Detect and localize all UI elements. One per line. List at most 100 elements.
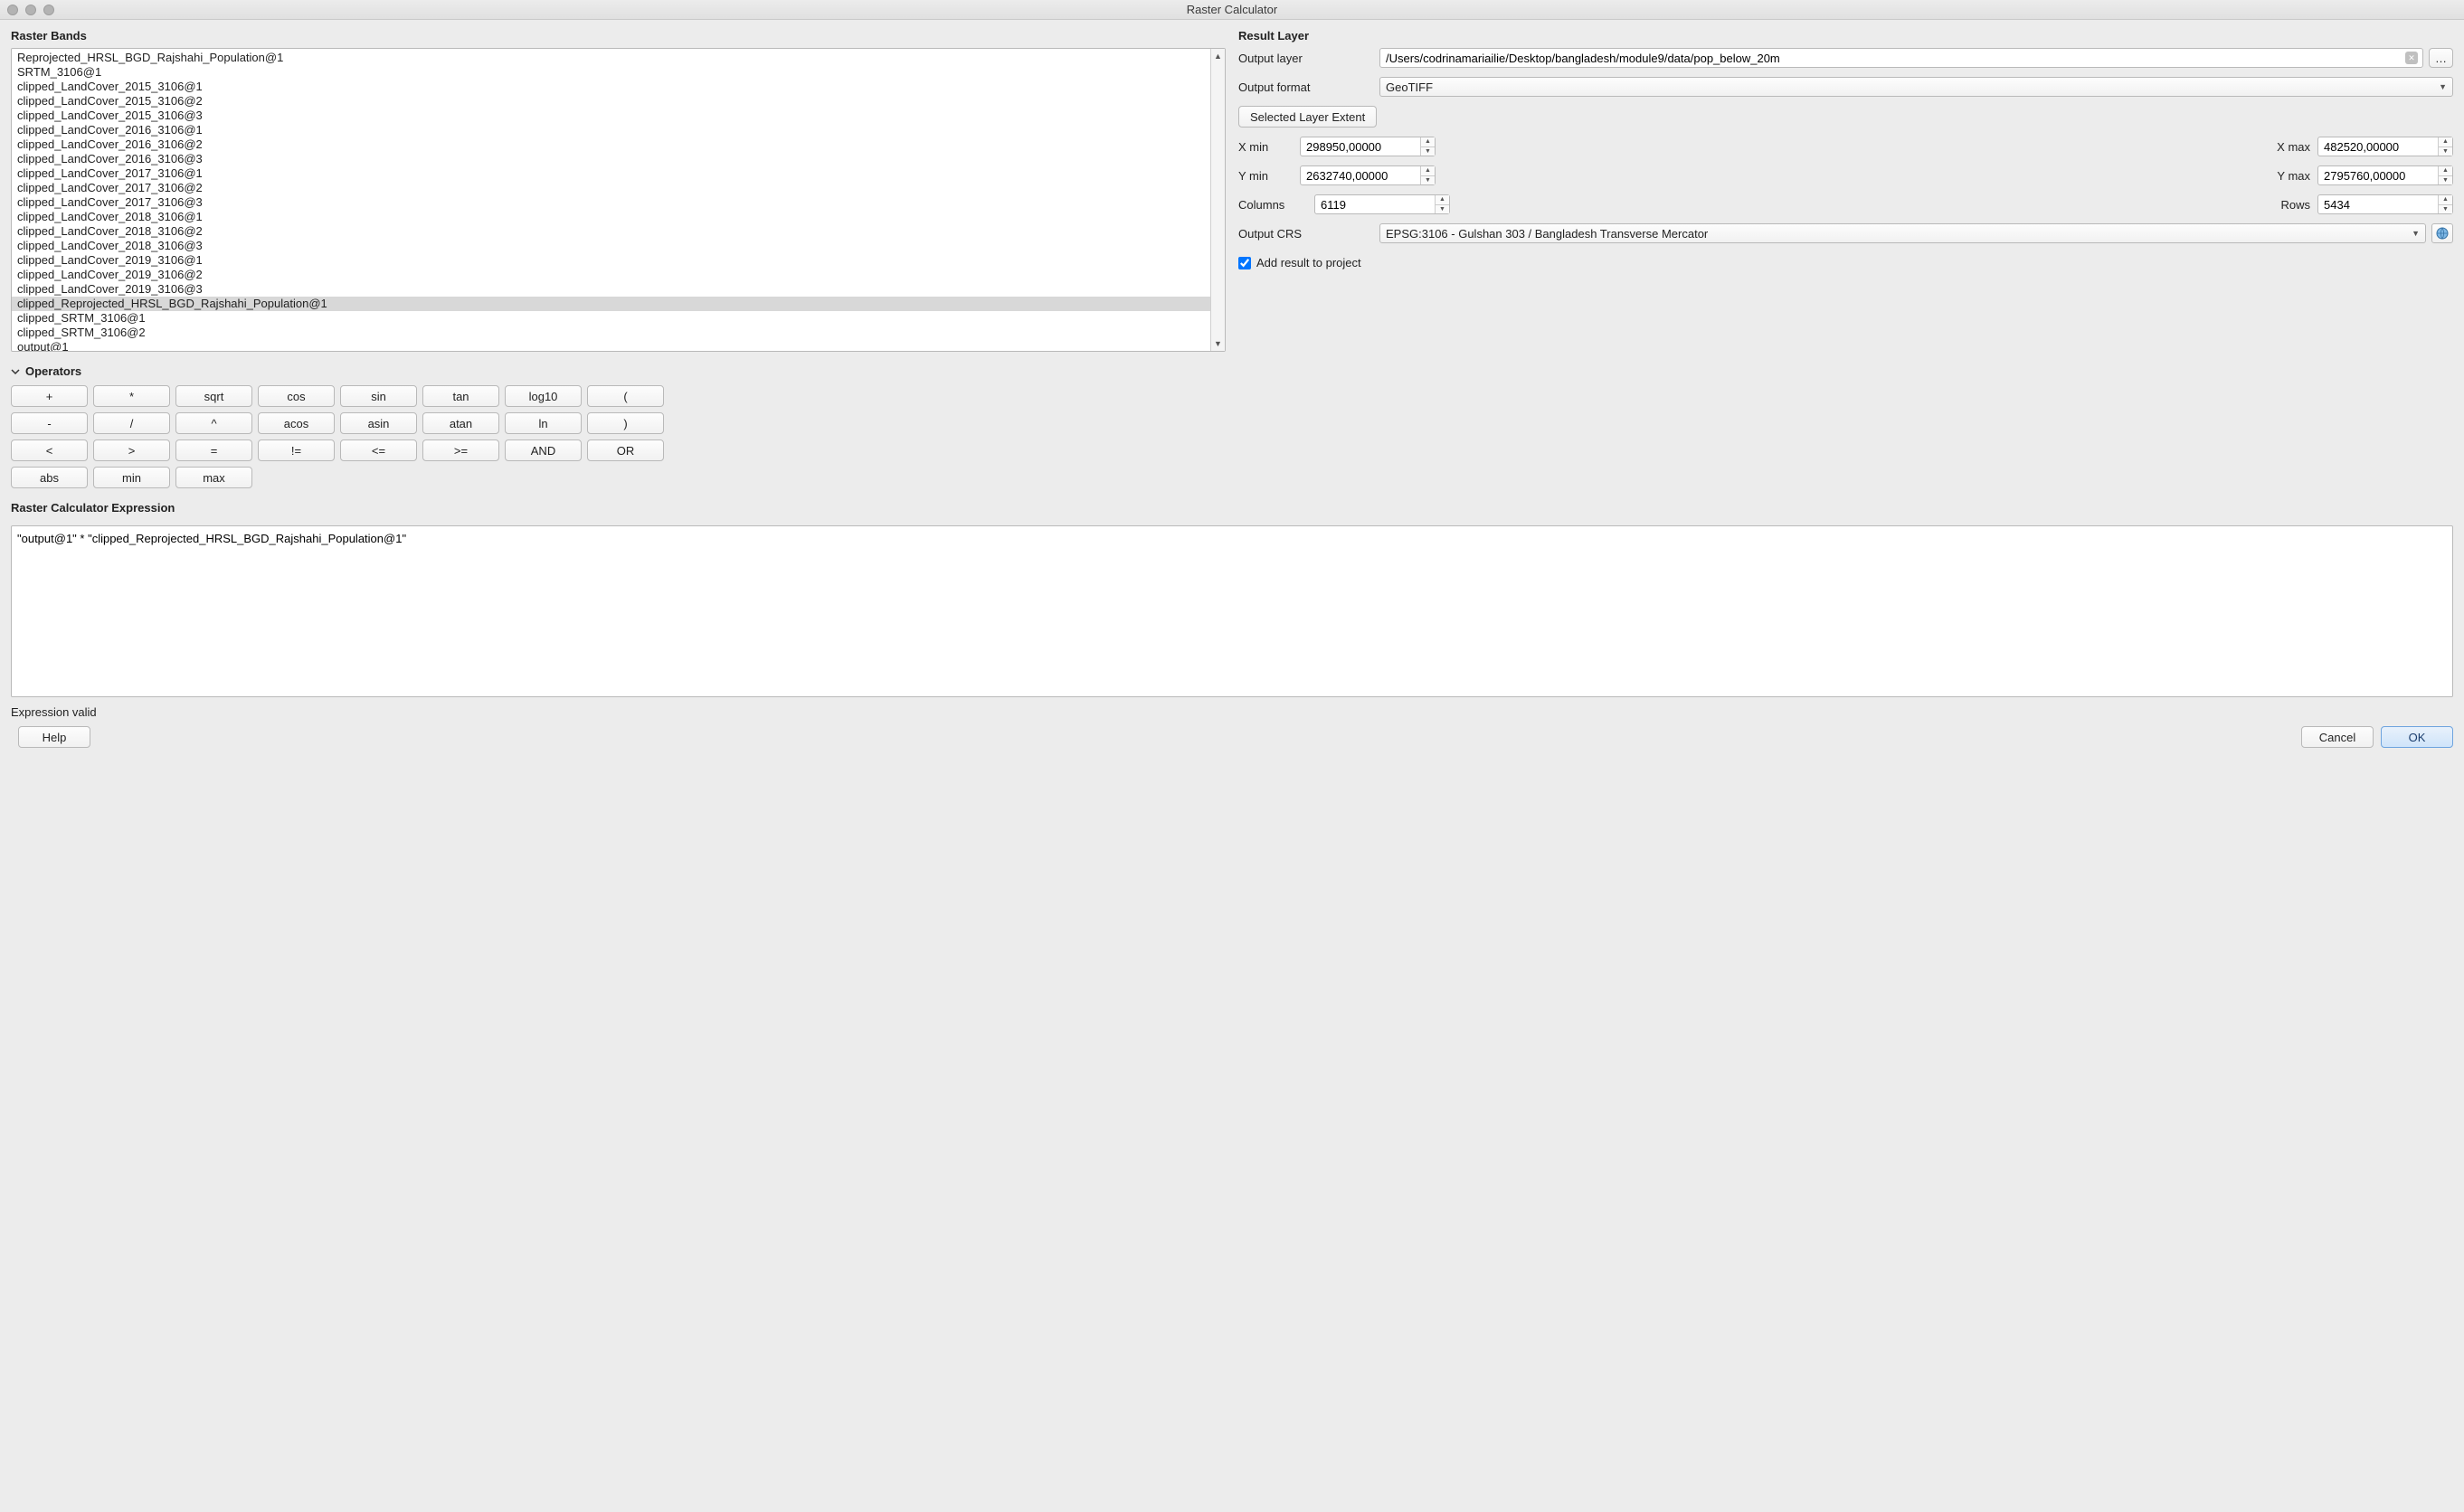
columns-input[interactable] [1314, 194, 1450, 214]
operator-button[interactable]: abs [11, 467, 88, 488]
ymax-stepper[interactable]: ▲▼ [2438, 166, 2452, 184]
xmin-label: X min [1238, 140, 1293, 154]
list-item[interactable]: clipped_LandCover_2016_3106@3 [12, 152, 1210, 166]
list-item[interactable]: clipped_LandCover_2017_3106@2 [12, 181, 1210, 195]
list-item[interactable]: clipped_LandCover_2015_3106@2 [12, 94, 1210, 109]
list-item[interactable]: clipped_LandCover_2018_3106@3 [12, 239, 1210, 253]
operator-button[interactable]: ln [505, 412, 582, 434]
operator-button[interactable]: ) [587, 412, 664, 434]
operator-button[interactable]: log10 [505, 385, 582, 407]
output-format-label: Output format [1238, 80, 1374, 94]
add-result-label: Add result to project [1256, 256, 1361, 269]
ok-button[interactable]: OK [2381, 726, 2453, 748]
output-format-select[interactable]: GeoTIFF ▼ [1379, 77, 2453, 97]
list-item[interactable]: SRTM_3106@1 [12, 65, 1210, 80]
chevron-down-icon: ▼ [2439, 82, 2447, 91]
operator-button[interactable]: sin [340, 385, 417, 407]
operator-button[interactable]: sqrt [175, 385, 252, 407]
operator-button[interactable]: + [11, 385, 88, 407]
operator-button[interactable]: cos [258, 385, 335, 407]
rows-input[interactable] [2317, 194, 2453, 214]
browse-button[interactable]: … [2429, 48, 2453, 68]
raster-bands-label: Raster Bands [11, 29, 1226, 43]
chevron-down-icon [11, 367, 20, 376]
xmax-label: X max [2256, 140, 2310, 154]
operator-button[interactable]: AND [505, 439, 582, 461]
operator-button[interactable]: min [93, 467, 170, 488]
operators-label: Operators [25, 364, 81, 378]
clear-icon[interactable]: ✕ [2405, 52, 2418, 64]
ymax-input[interactable] [2317, 165, 2453, 185]
titlebar: Raster Calculator [0, 0, 2464, 20]
result-layer-label: Result Layer [1238, 29, 2453, 43]
help-button[interactable]: Help [18, 726, 90, 748]
ymin-stepper[interactable]: ▲▼ [1420, 166, 1435, 184]
list-item[interactable]: clipped_LandCover_2017_3106@1 [12, 166, 1210, 181]
operator-button[interactable]: ^ [175, 412, 252, 434]
output-crs-select[interactable]: EPSG:3106 - Gulshan 303 / Bangladesh Tra… [1379, 223, 2426, 243]
list-item[interactable]: output@1 [12, 340, 1210, 351]
operator-button[interactable]: * [93, 385, 170, 407]
add-result-checkbox[interactable] [1238, 257, 1251, 269]
columns-stepper[interactable]: ▲▼ [1435, 195, 1449, 213]
list-item[interactable]: clipped_LandCover_2016_3106@2 [12, 137, 1210, 152]
list-item[interactable]: Reprojected_HRSL_BGD_Rajshahi_Population… [12, 51, 1210, 65]
operator-button[interactable]: asin [340, 412, 417, 434]
ymax-label: Y max [2256, 169, 2310, 183]
list-item[interactable]: clipped_LandCover_2019_3106@3 [12, 282, 1210, 297]
crs-picker-button[interactable] [2431, 223, 2453, 243]
operator-button[interactable]: - [11, 412, 88, 434]
list-item[interactable]: clipped_LandCover_2016_3106@1 [12, 123, 1210, 137]
list-item[interactable]: clipped_Reprojected_HRSL_BGD_Rajshahi_Po… [12, 297, 1210, 311]
xmax-input[interactable] [2317, 137, 2453, 156]
scrollbar[interactable]: ▲ ▼ [1210, 49, 1225, 351]
columns-label: Columns [1238, 198, 1307, 212]
list-item[interactable]: clipped_LandCover_2019_3106@1 [12, 253, 1210, 268]
output-crs-value: EPSG:3106 - Gulshan 303 / Bangladesh Tra… [1386, 227, 1708, 241]
globe-icon [2435, 226, 2450, 241]
operator-button[interactable]: / [93, 412, 170, 434]
expression-label: Raster Calculator Expression [11, 501, 2453, 515]
operator-button[interactable]: < [11, 439, 88, 461]
operator-button[interactable]: = [175, 439, 252, 461]
operator-button[interactable]: ( [587, 385, 664, 407]
ymin-input[interactable] [1300, 165, 1436, 185]
xmax-stepper[interactable]: ▲▼ [2438, 137, 2452, 156]
operator-button[interactable]: tan [422, 385, 499, 407]
window-title: Raster Calculator [0, 3, 2464, 16]
list-item[interactable]: clipped_LandCover_2015_3106@1 [12, 80, 1210, 94]
output-format-value: GeoTIFF [1386, 80, 1433, 94]
operator-button[interactable]: OR [587, 439, 664, 461]
list-item[interactable]: clipped_SRTM_3106@1 [12, 311, 1210, 326]
list-item[interactable]: clipped_LandCover_2019_3106@2 [12, 268, 1210, 282]
scroll-down-icon[interactable]: ▼ [1211, 336, 1225, 351]
xmin-input[interactable] [1300, 137, 1436, 156]
selected-layer-extent-button[interactable]: Selected Layer Extent [1238, 106, 1377, 128]
operator-button[interactable]: <= [340, 439, 417, 461]
list-item[interactable]: clipped_LandCover_2018_3106@1 [12, 210, 1210, 224]
list-item[interactable]: clipped_SRTM_3106@2 [12, 326, 1210, 340]
operators-expander[interactable]: Operators [11, 364, 2453, 378]
operator-button[interactable]: acos [258, 412, 335, 434]
expression-textarea[interactable] [11, 525, 2453, 697]
output-crs-label: Output CRS [1238, 227, 1374, 241]
operator-button[interactable]: max [175, 467, 252, 488]
operator-button[interactable]: != [258, 439, 335, 461]
xmin-stepper[interactable]: ▲▼ [1420, 137, 1435, 156]
expression-status: Expression valid [11, 705, 2453, 719]
list-item[interactable]: clipped_LandCover_2015_3106@3 [12, 109, 1210, 123]
operator-button[interactable]: > [93, 439, 170, 461]
list-item[interactable]: clipped_LandCover_2018_3106@2 [12, 224, 1210, 239]
scroll-up-icon[interactable]: ▲ [1211, 49, 1225, 63]
chevron-down-icon: ▼ [2412, 229, 2420, 238]
rows-label: Rows [2256, 198, 2310, 212]
output-layer-label: Output layer [1238, 52, 1374, 65]
operator-button[interactable]: atan [422, 412, 499, 434]
ymin-label: Y min [1238, 169, 1293, 183]
cancel-button[interactable]: Cancel [2301, 726, 2374, 748]
output-layer-input[interactable] [1379, 48, 2423, 68]
rows-stepper[interactable]: ▲▼ [2438, 195, 2452, 213]
list-item[interactable]: clipped_LandCover_2017_3106@3 [12, 195, 1210, 210]
raster-bands-listbox[interactable]: Reprojected_HRSL_BGD_Rajshahi_Population… [11, 48, 1226, 352]
operator-button[interactable]: >= [422, 439, 499, 461]
